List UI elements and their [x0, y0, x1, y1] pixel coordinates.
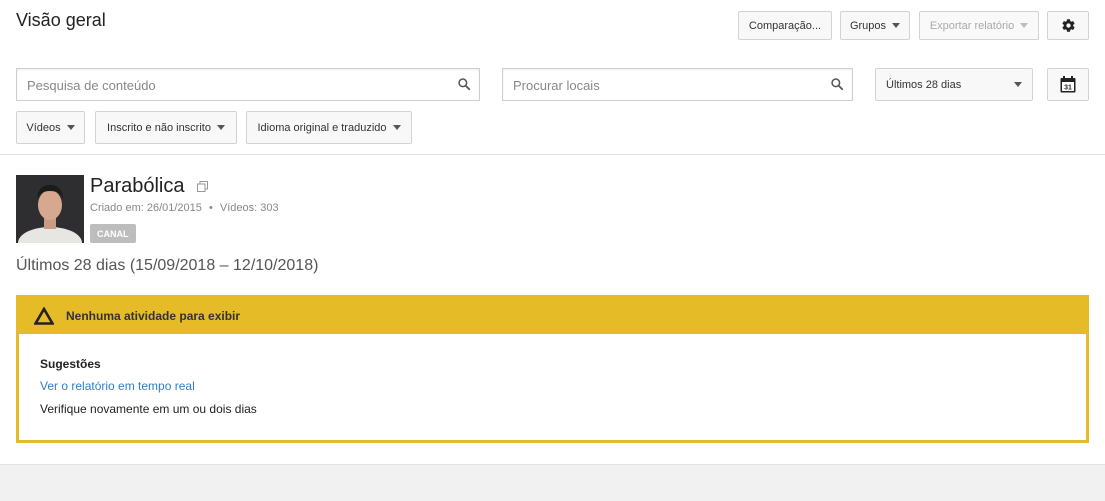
chevron-down-icon [1020, 23, 1029, 28]
no-activity-alert: Nenhuma atividade para exibir Sugestões … [16, 295, 1089, 443]
calendar-button[interactable]: 31 [1047, 68, 1089, 101]
date-range-label: Últimos 28 dias [886, 78, 962, 91]
content-type-label: Vídeos [26, 121, 61, 134]
open-external-icon[interactable] [197, 181, 208, 192]
calendar-day-text: 31 [1064, 85, 1072, 92]
suggestions-title: Sugestões [40, 357, 101, 371]
chevron-down-icon [892, 23, 901, 28]
channel-name[interactable]: Parabólica [90, 175, 185, 198]
channel-meta: Criado em: 26/01/2015 • Vídeos: 303 [90, 202, 279, 214]
comparison-button[interactable]: Comparação... [738, 11, 832, 40]
alert-header: Nenhuma atividade para exibir [19, 298, 1086, 334]
channel-badge: CANAL [90, 224, 136, 243]
content-search-input[interactable] [25, 69, 422, 102]
chevron-down-icon [66, 125, 75, 130]
date-range-select[interactable]: Últimos 28 dias [875, 68, 1033, 101]
meta-separator: • [208, 202, 213, 214]
location-search-field[interactable] [502, 68, 853, 102]
export-report-button-label: Exportar relatório [929, 19, 1015, 32]
groups-button-label: Grupos [849, 19, 887, 32]
alert-title: Nenhuma atividade para exibir [66, 309, 241, 323]
search-icon[interactable] [457, 77, 471, 91]
warning-icon [34, 307, 54, 325]
subscription-label: Inscrito e não inscrito [107, 121, 211, 134]
gear-icon [1061, 19, 1075, 32]
calendar-icon: 31 [1060, 76, 1076, 93]
chevron-down-icon [216, 125, 225, 130]
subscription-filter[interactable]: Inscrito e não inscrito [95, 111, 237, 144]
main-panel: Visão geral Comparação... Grupos Exporta… [0, 0, 1105, 465]
channel-videos-count: Vídeos: 303 [219, 202, 279, 214]
realtime-report-link[interactable]: Ver o relatório em tempo real [40, 379, 195, 393]
language-filter[interactable]: Idioma original e traduzido [246, 111, 412, 144]
search-icon[interactable] [830, 77, 844, 91]
language-label: Idioma original e traduzido [257, 121, 387, 134]
comparison-button-label: Comparação... [748, 19, 822, 32]
channel-created: Criado em: 26/01/2015 [90, 202, 202, 214]
section-divider [0, 154, 1105, 155]
channel-avatar[interactable] [16, 175, 84, 243]
page-title: Visão geral [16, 10, 106, 30]
groups-button[interactable]: Grupos [840, 11, 910, 40]
date-range-heading: Últimos 28 dias (15/09/2018 – 12/10/2018… [16, 257, 319, 274]
chevron-down-icon [1014, 82, 1022, 87]
content-type-filter[interactable]: Vídeos [16, 111, 85, 144]
chevron-down-icon [392, 125, 401, 130]
export-report-button[interactable]: Exportar relatório [919, 11, 1039, 40]
content-search-field[interactable] [16, 68, 480, 102]
location-search-input[interactable] [511, 69, 812, 102]
settings-button[interactable] [1047, 11, 1089, 40]
check-again-text: Verifique novamente em um ou dois dias [40, 402, 257, 416]
